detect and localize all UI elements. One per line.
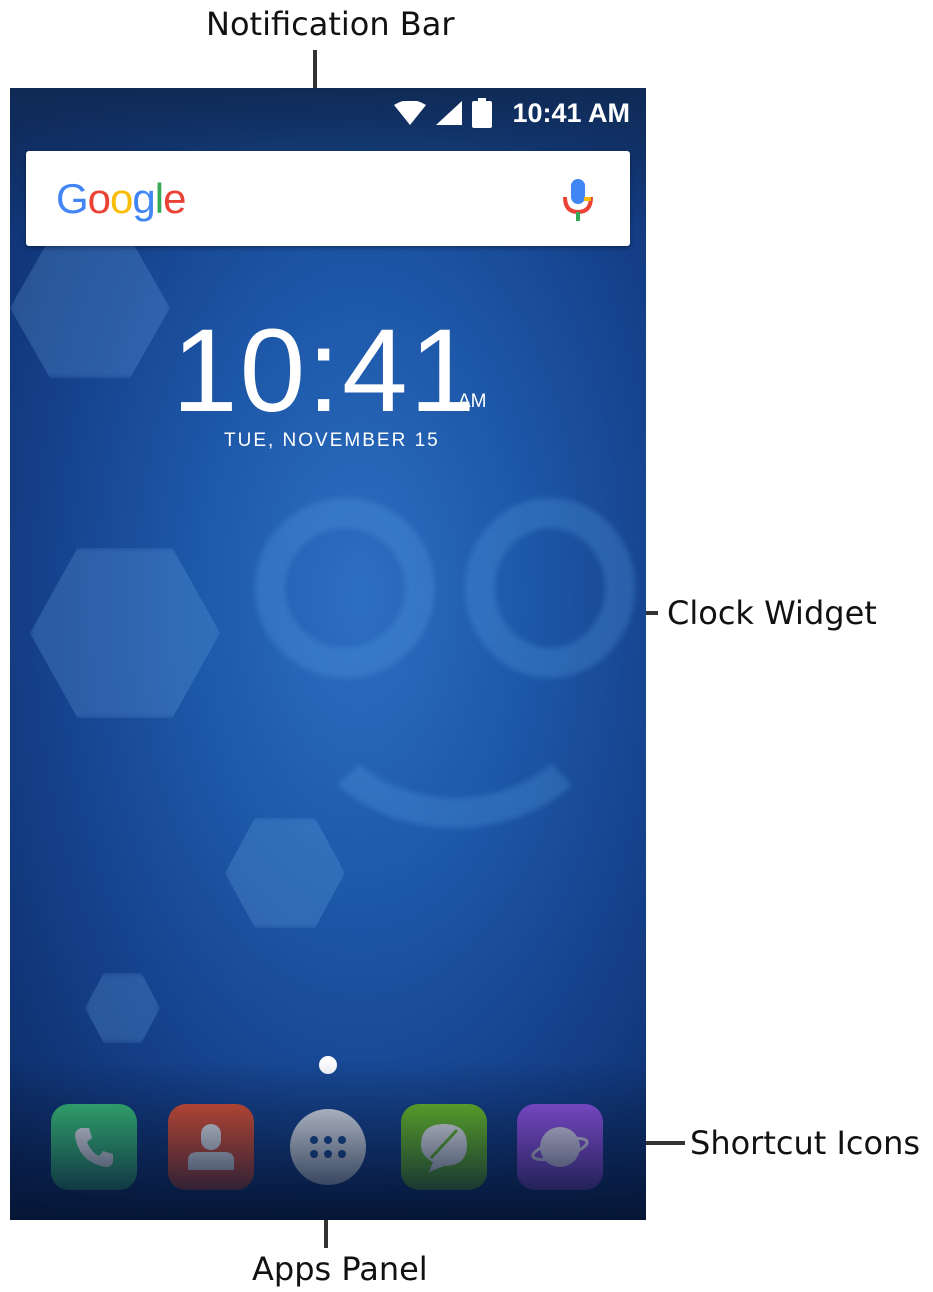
apps-dot	[310, 1136, 318, 1144]
apps-dot	[324, 1150, 332, 1158]
clock-widget-callout: Clock Widget	[667, 594, 877, 632]
wifi-icon	[394, 101, 427, 125]
home-screen: 10:41 AM Google 10:41 AM TUE, NOVEMBER 1…	[10, 88, 646, 1220]
wallpaper-go-smile	[295, 558, 615, 828]
status-bar[interactable]: 10:41 AM	[394, 98, 630, 128]
cell-signal-icon	[436, 101, 463, 125]
phone-icon[interactable]	[51, 1104, 137, 1190]
google-logo-letter: g	[132, 175, 155, 222]
page-indicator	[319, 1056, 337, 1074]
google-logo-letter: e	[163, 175, 186, 222]
wallpaper-hexagon	[225, 818, 345, 928]
status-bar-time: 10:41 AM	[512, 97, 630, 128]
apps-panel-button[interactable]	[290, 1109, 366, 1185]
apps-panel-callout: Apps Panel	[252, 1250, 428, 1288]
apps-dot	[324, 1136, 332, 1144]
notification-bar-leader-line	[313, 50, 317, 90]
clock-widget-date[interactable]: TUE, NOVEMBER 15	[224, 430, 440, 452]
clock-widget-ampm: AM	[458, 391, 487, 412]
google-logo-letter: o	[87, 175, 111, 222]
wallpaper-hexagon	[30, 548, 220, 718]
shortcut-icons-callout: Shortcut Icons	[690, 1124, 921, 1162]
google-search-bar[interactable]: Google	[26, 151, 630, 246]
google-logo-letter: o	[110, 175, 133, 222]
apps-dot	[338, 1136, 346, 1144]
google-logo-letter: l	[154, 175, 164, 222]
google-logo-letter: G	[56, 175, 89, 222]
contacts-icon[interactable]	[168, 1104, 254, 1190]
battery-icon	[472, 98, 493, 128]
messages-icon[interactable]	[401, 1104, 487, 1190]
browser-icon[interactable]	[517, 1104, 603, 1190]
notification-bar-callout: Notification Bar	[206, 5, 455, 43]
clock-widget-time[interactable]: 10:41	[172, 312, 477, 430]
wallpaper-hexagon	[85, 973, 160, 1043]
google-logo: Google	[56, 175, 186, 223]
mic-icon[interactable]	[562, 179, 594, 221]
wallpaper-hexagon	[10, 238, 170, 378]
apps-dot	[338, 1150, 346, 1158]
apps-dot	[310, 1150, 318, 1158]
